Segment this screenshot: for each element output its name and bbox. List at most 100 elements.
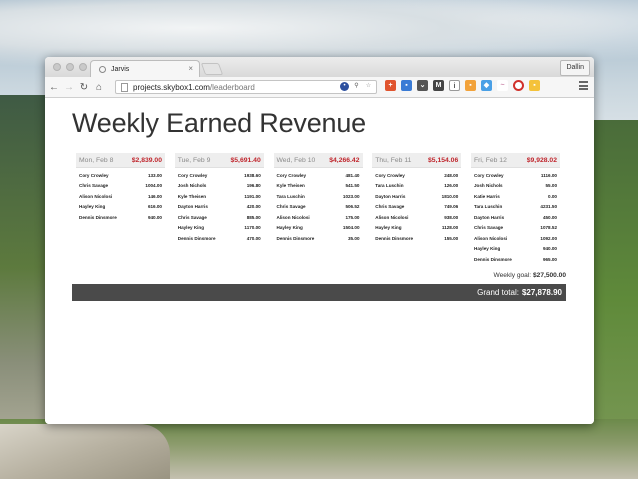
table-row: Dayton Harris 1810.00 [372,191,461,202]
info-icon[interactable]: i [449,80,460,91]
weekly-goal: Weekly goal: $27,500.00 [494,272,567,279]
table-row: Cory Crowley 1938.60 [175,170,264,181]
revenue-amount: 248.00 [444,172,459,178]
menu-icon[interactable] [579,81,588,90]
revenue-amount: 133.00 [147,172,162,178]
zoom-window-button[interactable] [79,63,87,71]
address-bar[interactable]: projects.skybox1.com /leaderboard • ⚲ ☆ [115,80,377,94]
person-name: Cory Crowley [474,172,504,178]
revenue-amount: 146.00 [147,193,162,199]
browser-tab[interactable]: Jarvis × [90,60,200,77]
person-name: Chris Savage [276,204,306,210]
wave-extension-icon[interactable]: ~ [497,80,508,91]
reload-icon[interactable]: ↻ [78,82,90,93]
day-header: Thu, Feb 11 $5,154.06 [372,153,462,168]
close-window-button[interactable] [53,63,61,71]
profile-button[interactable]: Dallin [560,60,590,76]
close-tab-icon[interactable]: × [188,64,193,73]
person-name: Kyle Theisen [276,183,305,189]
person-name: Dennis Dinsmore [177,235,216,241]
person-name: Dennis Dinsmore [79,214,117,220]
orange-extension-icon[interactable]: ▪ [465,80,476,91]
person-name: Chris Savage [474,225,504,231]
day-name: Thu, Feb 11 [375,156,412,164]
star-icon[interactable]: ☆ [364,82,373,91]
revenue-amount: 1128.00 [441,225,459,231]
revenue-amount: 940.00 [542,246,557,252]
plus-extension-icon[interactable]: + [385,80,396,91]
revenue-amount: 126.00 [444,183,459,189]
day-rows: Cory Crowley 1116.00 Josh Nichols 55.00 Kati… [471,170,560,265]
revenue-amount: 1023.00 [342,193,360,199]
table-row: Chris Savage 749.06 [372,202,461,213]
person-name: Josh Nichols [177,183,207,189]
forward-arrow-icon[interactable]: → [63,82,75,93]
url-path: /leaderboard [209,82,255,92]
person-name: Hayley King [276,225,303,231]
table-row: Tara Luschin 4231.50 [471,202,560,213]
revenue-amount: 1170.00 [244,225,261,231]
browser-window: Jarvis × Dallin ← → ↻ ⌂ projects.skybox1… [45,57,594,424]
pocket-icon[interactable]: ⌄ [417,80,428,91]
table-row: Hayley King 1170.00 [175,223,264,234]
person-name: Chris Savage [79,183,109,189]
tab-title: Jarvis [111,65,130,73]
table-row: Josh Nichols 196.80 [175,181,264,192]
new-tab-button[interactable] [200,63,224,75]
title-bar: Jarvis × Dallin [45,57,594,77]
table-row: Dennis Dinsmore 940.00 [76,212,165,223]
table-row: Chris Savage 885.00 [175,212,264,223]
person-name: Dayton Harris [177,204,208,210]
day-header: Fri, Feb 12 $9,928.02 [471,153,560,168]
page-icon [121,82,128,92]
day-total: $5,691.40 [230,156,261,164]
bird-extension-icon[interactable]: ◆ [481,80,492,91]
day-name: Mon, Feb 8 [79,156,114,164]
revenue-amount: 1092.00 [540,235,557,241]
revenue-amount: 155.00 [444,235,459,241]
revenue-amount: 1810.00 [441,193,459,199]
revenue-amount: 470.00 [246,235,261,241]
browser-toolbar: ← → ↻ ⌂ projects.skybox1.com /leaderboar… [45,77,594,98]
table-row: Cory Crowley 133.00 [76,170,165,181]
table-row: Cory Crowley 248.00 [372,170,461,181]
search-icon[interactable]: ⚲ [352,82,361,91]
address-bar-actions: • ⚲ ☆ [340,82,373,91]
person-name: Dennis Dinsmore [276,235,315,241]
mail-icon[interactable]: M [433,80,444,91]
revenue-amount: 35.00 [348,235,360,241]
table-row: Dennis Dinsmore 470.00 [175,233,264,244]
table-row: Kyle Theisen 541.50 [274,181,363,192]
opera-icon[interactable] [513,80,524,91]
revenue-amount: 1004.00 [145,183,162,189]
leaderboard-page: Weekly Earned Revenue Mon, Feb 8 $2,839.0… [45,98,594,424]
home-icon[interactable]: ⌂ [93,82,105,93]
day-column: Thu, Feb 11 $5,154.06 Cory Crowley 248.00 Ta… [372,153,462,265]
table-row: Chris Savage 506.52 [274,202,363,213]
person-name: Katie Harris [474,193,500,199]
table-row: Dennis Dinsmore 965.00 [471,254,560,265]
person-name: Cory Crowley [276,172,307,178]
day-column: Tue, Feb 9 $5,691.40 Cory Crowley 1938.60 Jo… [174,153,264,265]
blue-extension-icon[interactable]: ▪ [401,80,412,91]
revenue-amount: 175.00 [345,214,360,220]
yellow-extension-icon[interactable]: ▪ [529,80,540,91]
table-row: Alison Nicolosi 175.00 [274,212,363,223]
revenue-amount: 940.00 [147,214,162,220]
days-grid: Mon, Feb 8 $2,839.00 Cory Crowley 133.00 Chr… [76,153,560,265]
back-arrow-icon[interactable]: ← [48,82,60,93]
url-host: projects.skybox1.com [133,82,210,92]
person-name: Alison Nicolosi [276,214,310,220]
day-rows: Cory Crowley 248.00 Tara Luschin 126.00 Dayt… [372,170,461,244]
revenue-amount: 1191.00 [244,193,261,199]
extension-badge-icon[interactable]: • [340,82,349,91]
day-column: Wed, Feb 10 $4,266.42 Cory Crowley 481.40 Ky… [273,153,363,265]
minimize-window-button[interactable] [66,63,74,71]
person-name: Chris Savage [375,204,405,210]
table-row: Tara Luschin 126.00 [372,181,461,192]
person-name: Kyle Theisen [177,193,207,199]
revenue-amount: 506.52 [345,204,360,210]
revenue-amount: 749.06 [444,204,459,210]
day-name: Fri, Feb 12 [474,156,507,164]
table-row: Dayton Harris 420.00 [175,202,264,213]
